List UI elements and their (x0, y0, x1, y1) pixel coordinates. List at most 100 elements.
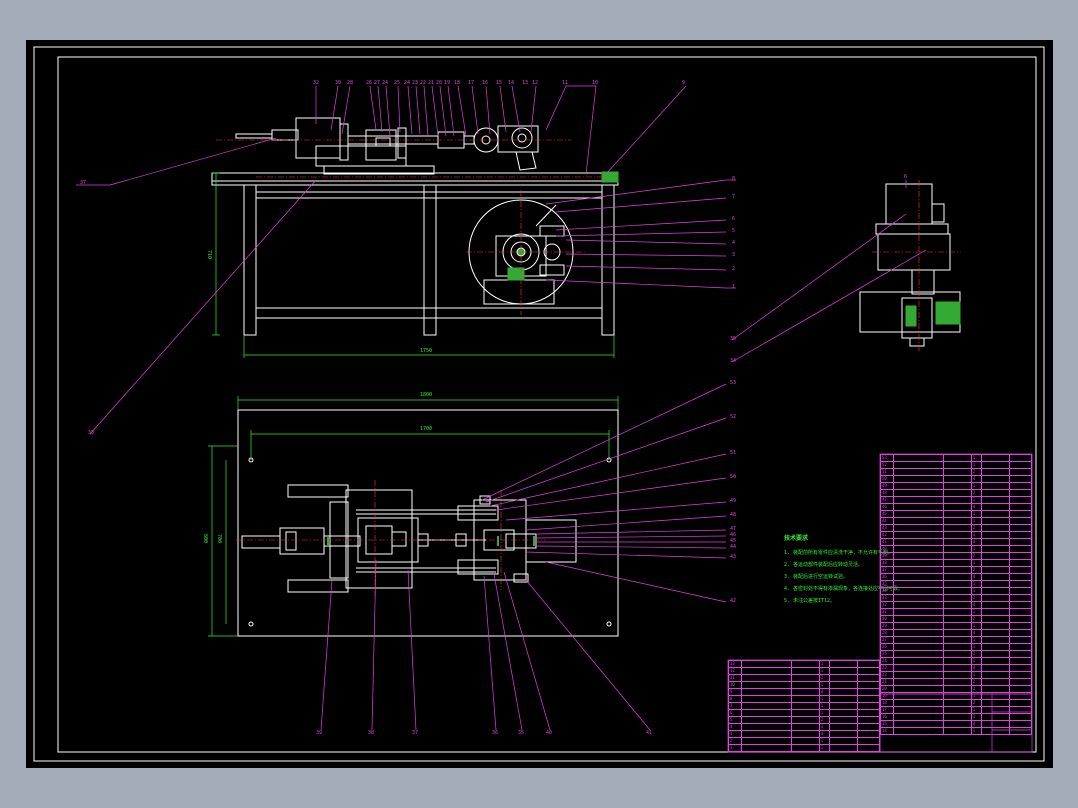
parts-list-left: 13 1 12 1 11 2 10 1 9 4 8 1 7 1 6 1 5 2 4 1 3 4 2 1 1 1 (728, 660, 880, 752)
bom-cell: 52 (880, 461, 894, 469)
bom-cell (892, 566, 945, 574)
bom-cell (740, 744, 793, 752)
bom-cell (981, 524, 1011, 532)
bom-cell (981, 468, 1011, 476)
bom-cell (791, 716, 820, 724)
bom-cell (943, 552, 972, 560)
bom-row: 11 2 (728, 674, 880, 682)
bom-row: 28 4 (880, 629, 1032, 637)
bom-cell (943, 657, 972, 665)
bom-cell (981, 503, 1011, 511)
bom-cell (943, 482, 972, 490)
bom-cell: 35 (880, 580, 894, 588)
bom-row: 94 (728, 688, 880, 696)
bom-cell (1009, 601, 1032, 609)
bom-cell: 32 (880, 601, 894, 609)
dim-base-length: 1800 (420, 392, 433, 398)
bom-row: 38 1 (880, 559, 1032, 567)
bom-cell: 2 (970, 468, 983, 476)
bom-cell: 49 (880, 482, 894, 490)
bom-cell: 1 (970, 587, 983, 595)
bom-cell (981, 699, 1011, 707)
bom-cell (1009, 643, 1032, 651)
callout-label: 13 (522, 80, 529, 86)
bom-cell (740, 695, 793, 703)
bom-cell: 21 (880, 678, 894, 686)
bom-cell (892, 559, 945, 567)
bom-cell: 46 (880, 503, 894, 511)
bom-cell: 2 (970, 615, 983, 623)
bom-cell: 1 (970, 685, 983, 693)
bom-cell: 1 (818, 744, 831, 752)
callout-label: 50 (730, 474, 737, 480)
bom-cell (892, 531, 945, 539)
leader-lines (76, 85, 927, 731)
bom-cell (892, 503, 945, 511)
bom-cell (892, 713, 945, 721)
bom-row: 15 4 (880, 720, 1032, 728)
bom-cell (829, 723, 859, 731)
bom-cell: 44 (880, 517, 894, 525)
bom-cell (981, 482, 1011, 490)
callout-label: 6 (732, 216, 736, 222)
bom-row: 27 1 (880, 636, 1032, 644)
bom-cell (943, 517, 972, 525)
bom-cell (943, 468, 972, 476)
bom-cell (1009, 720, 1032, 728)
callout-label: 21 (428, 80, 435, 86)
callout-label: 1 (732, 284, 736, 290)
bom-row: 13 1 (728, 660, 880, 668)
bom-cell (892, 699, 945, 707)
callout-label: 33 (88, 430, 95, 436)
callout-label: 23 (412, 80, 419, 86)
bom-row: 35 1 (880, 580, 1032, 588)
bom-cell: 53 (880, 454, 894, 462)
callout-label: 42 (730, 598, 737, 604)
bom-cell: 7 (728, 702, 742, 710)
bom-cell: 18 (880, 699, 894, 707)
bom-cell (943, 692, 972, 700)
bom-row: 33 2 (880, 594, 1032, 602)
callout-label: 43 (730, 554, 737, 560)
callout-label: 2 (732, 266, 736, 272)
dim-frame-height: 710 (206, 250, 212, 260)
bom-cell (857, 667, 880, 675)
bom-cell (1009, 468, 1032, 476)
end-view (859, 183, 961, 347)
bom-cell (892, 510, 945, 518)
bom-cell (943, 454, 972, 462)
bom-cell: 4 (970, 664, 983, 672)
bom-cell: 1 (970, 482, 983, 490)
bom-cell (791, 674, 820, 682)
bom-row: 18 2 (880, 699, 1032, 707)
bom-row: 11 (728, 744, 880, 752)
bom-cell (943, 538, 972, 546)
bom-cell: 1 (970, 510, 983, 518)
bom-cell (892, 678, 945, 686)
bom-cell (1009, 517, 1032, 525)
bom-cell (943, 727, 972, 735)
plan-view (237, 409, 619, 637)
bom-cell (943, 475, 972, 483)
bom-cell: 2 (728, 737, 742, 745)
bom-cell (1009, 636, 1032, 644)
bom-row: 51 2 (880, 468, 1032, 476)
bom-cell: 1 (970, 622, 983, 630)
bom-cell (892, 496, 945, 504)
bom-cell: 2 (970, 594, 983, 602)
bom-cell (791, 702, 820, 710)
bom-cell (943, 503, 972, 511)
bom-cell (1009, 629, 1032, 637)
bom-cell: 8 (728, 695, 742, 703)
bom-cell (892, 594, 945, 602)
bom-cell: 29 (880, 622, 894, 630)
bom-cell (857, 695, 880, 703)
bom-cell (981, 664, 1011, 672)
bom-cell (943, 580, 972, 588)
bom-cell (829, 688, 859, 696)
note-line: 1. 装配前所有零件应清洗干净，不允许有毛刺。 (784, 550, 894, 556)
bom-row: 61 (728, 709, 880, 717)
bom-cell: 2 (970, 552, 983, 560)
callout-label: 12 (532, 80, 539, 86)
bom-cell (857, 730, 880, 738)
